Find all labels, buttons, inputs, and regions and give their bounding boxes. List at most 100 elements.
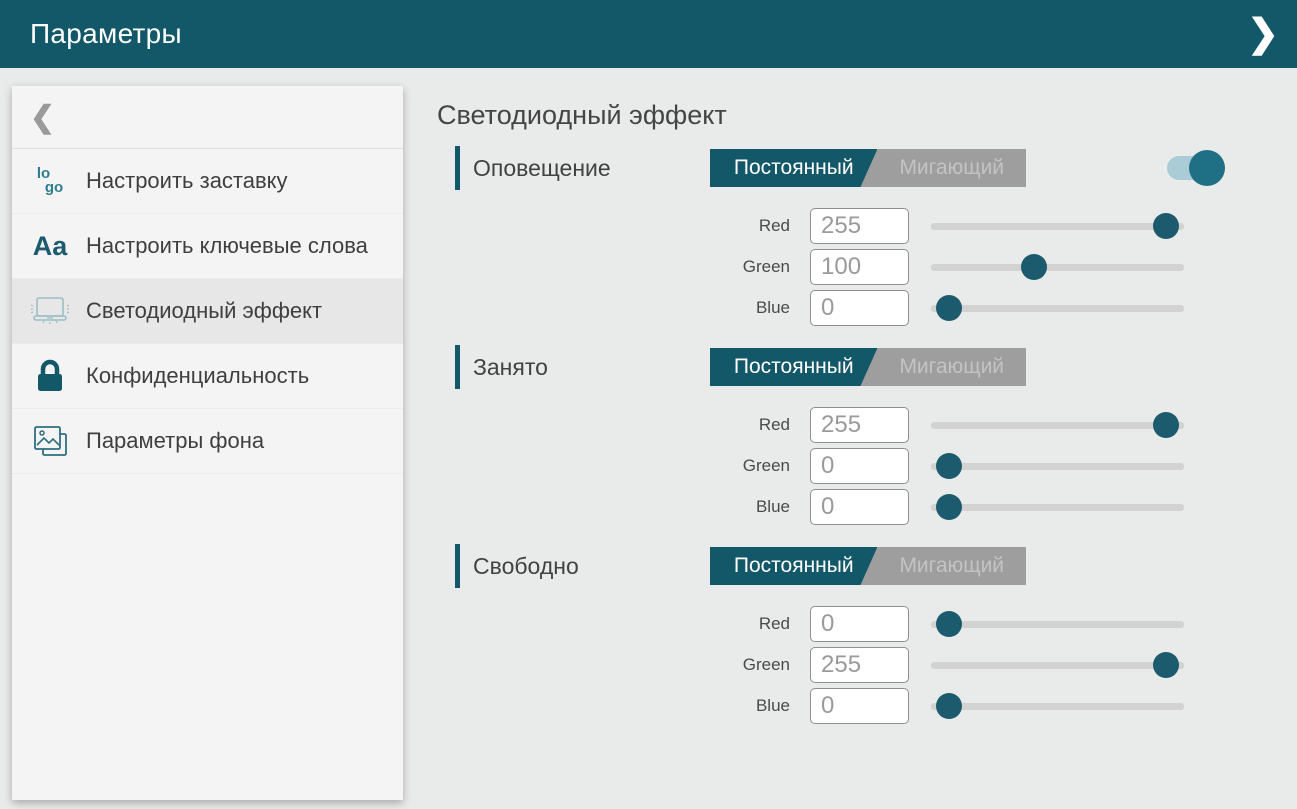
slider-track [931, 662, 1184, 669]
mode-blinking-button[interactable]: Мигающий [877, 149, 1026, 187]
green-slider[interactable] [931, 249, 1184, 285]
sidebar-item-label: Параметры фона [86, 415, 264, 467]
green-value-input[interactable] [810, 647, 909, 683]
channel-label: Blue [700, 298, 790, 318]
section-accent-bar [455, 146, 460, 190]
slider-track [931, 223, 1184, 230]
channel-label: Green [700, 655, 790, 675]
channel-label: Red [700, 415, 790, 435]
channel-row-red: Red [700, 208, 1297, 244]
sidebar-item-led-effect[interactable]: Светодиодный эффект [12, 279, 403, 344]
slider-thumb[interactable] [1153, 652, 1179, 678]
sidebar-item-splash-screen[interactable]: logo Настроить заставку [12, 149, 403, 214]
mode-blinking-button[interactable]: Мигающий [877, 547, 1026, 585]
background-image-icon [26, 424, 74, 459]
section-label: Занято [473, 354, 548, 381]
slider-thumb[interactable] [1153, 213, 1179, 239]
section-label: Свободно [473, 553, 579, 580]
slider-thumb[interactable] [1153, 412, 1179, 438]
switch-knob [1189, 150, 1225, 186]
slider-thumb[interactable] [936, 611, 962, 637]
channel-row-red: Red [700, 606, 1297, 642]
alert-enable-switch[interactable] [1167, 150, 1225, 186]
mode-solid-button[interactable]: Постоянный [710, 149, 877, 187]
red-slider[interactable] [931, 407, 1184, 443]
slider-thumb[interactable] [936, 693, 962, 719]
blue-value-input[interactable] [810, 489, 909, 525]
rgb-channels-busy: Red Green Blue [700, 407, 1297, 525]
slider-track [931, 621, 1184, 628]
mode-blinking-button[interactable]: Мигающий [877, 348, 1026, 386]
slider-track [931, 305, 1184, 312]
mode-toggle-group: Постоянный Мигающий [710, 348, 1026, 386]
section-label: Оповещение [473, 155, 611, 182]
slider-track [931, 264, 1184, 271]
blue-slider[interactable] [931, 290, 1184, 326]
sidebar-item-label: Конфиденциальность [86, 350, 309, 402]
blue-slider[interactable] [931, 489, 1184, 525]
mode-solid-button[interactable]: Постоянный [710, 547, 877, 585]
blue-slider[interactable] [931, 688, 1184, 724]
slider-thumb[interactable] [936, 494, 962, 520]
blue-value-input[interactable] [810, 688, 909, 724]
slider-thumb[interactable] [936, 295, 962, 321]
app-header: Параметры ❯ [0, 0, 1297, 68]
red-value-input[interactable] [810, 208, 909, 244]
red-value-input[interactable] [810, 606, 909, 642]
red-value-input[interactable] [810, 407, 909, 443]
section-accent-bar [455, 544, 460, 588]
red-slider[interactable] [931, 606, 1184, 642]
channel-label: Blue [700, 696, 790, 716]
rgb-channels-alert: Red Green Blue [700, 208, 1297, 326]
channel-row-blue: Blue [700, 688, 1297, 724]
channel-label: Green [700, 257, 790, 277]
logo-icon: logo [26, 167, 74, 196]
slider-track [931, 463, 1184, 470]
lock-icon [26, 359, 74, 393]
sidebar-item-privacy[interactable]: Конфиденциальность [12, 344, 403, 409]
section-header-alert: Оповещение Постоянный Мигающий [437, 145, 1297, 191]
mode-toggle-group: Постоянный Мигающий [710, 547, 1026, 585]
sidebar-item-keywords[interactable]: Aa Настроить ключевые слова [12, 214, 403, 279]
led-screen-icon [26, 296, 74, 326]
led-effect-panel: Светодиодный эффект Оповещение Постоянны… [403, 68, 1297, 809]
channel-row-red: Red [700, 407, 1297, 443]
channel-label: Red [700, 216, 790, 236]
sidebar-item-label: Настроить ключевые слова [86, 220, 368, 272]
section-header-busy: Занято Постоянный Мигающий [437, 344, 1297, 390]
keywords-icon: Aa [26, 231, 74, 262]
red-slider[interactable] [931, 208, 1184, 244]
slider-thumb[interactable] [936, 453, 962, 479]
slider-track [931, 504, 1184, 511]
channel-row-green: Green [700, 448, 1297, 484]
settings-sidebar: ❮ logo Настроить заставку Aa Настроить к… [12, 86, 403, 800]
page-title: Светодиодный эффект [437, 100, 1297, 131]
section-accent-bar [455, 345, 460, 389]
slider-track [931, 422, 1184, 429]
green-slider[interactable] [931, 448, 1184, 484]
sidebar-item-background[interactable]: Параметры фона [12, 409, 403, 474]
mode-solid-button[interactable]: Постоянный [710, 348, 877, 386]
slider-thumb[interactable] [1021, 254, 1047, 280]
channel-row-green: Green [700, 249, 1297, 285]
channel-row-blue: Blue [700, 290, 1297, 326]
green-value-input[interactable] [810, 448, 909, 484]
channel-label: Red [700, 614, 790, 634]
sidebar-item-label: Светодиодный эффект [86, 285, 322, 337]
channel-label: Green [700, 456, 790, 476]
slider-track [931, 703, 1184, 710]
section-header-free: Свободно Постоянный Мигающий [437, 543, 1297, 589]
sidebar-item-label: Настроить заставку [86, 155, 288, 207]
app-title: Параметры [0, 18, 182, 50]
channel-row-blue: Blue [700, 489, 1297, 525]
channel-row-green: Green [700, 647, 1297, 683]
forward-chevron-icon[interactable]: ❯ [1247, 15, 1279, 53]
green-value-input[interactable] [810, 249, 909, 285]
back-chevron-icon: ❮ [30, 100, 55, 135]
sidebar-back-button[interactable]: ❮ [12, 86, 403, 149]
blue-value-input[interactable] [810, 290, 909, 326]
mode-toggle-group: Постоянный Мигающий [710, 149, 1026, 187]
green-slider[interactable] [931, 647, 1184, 683]
channel-label: Blue [700, 497, 790, 517]
rgb-channels-free: Red Green Blue [700, 606, 1297, 724]
